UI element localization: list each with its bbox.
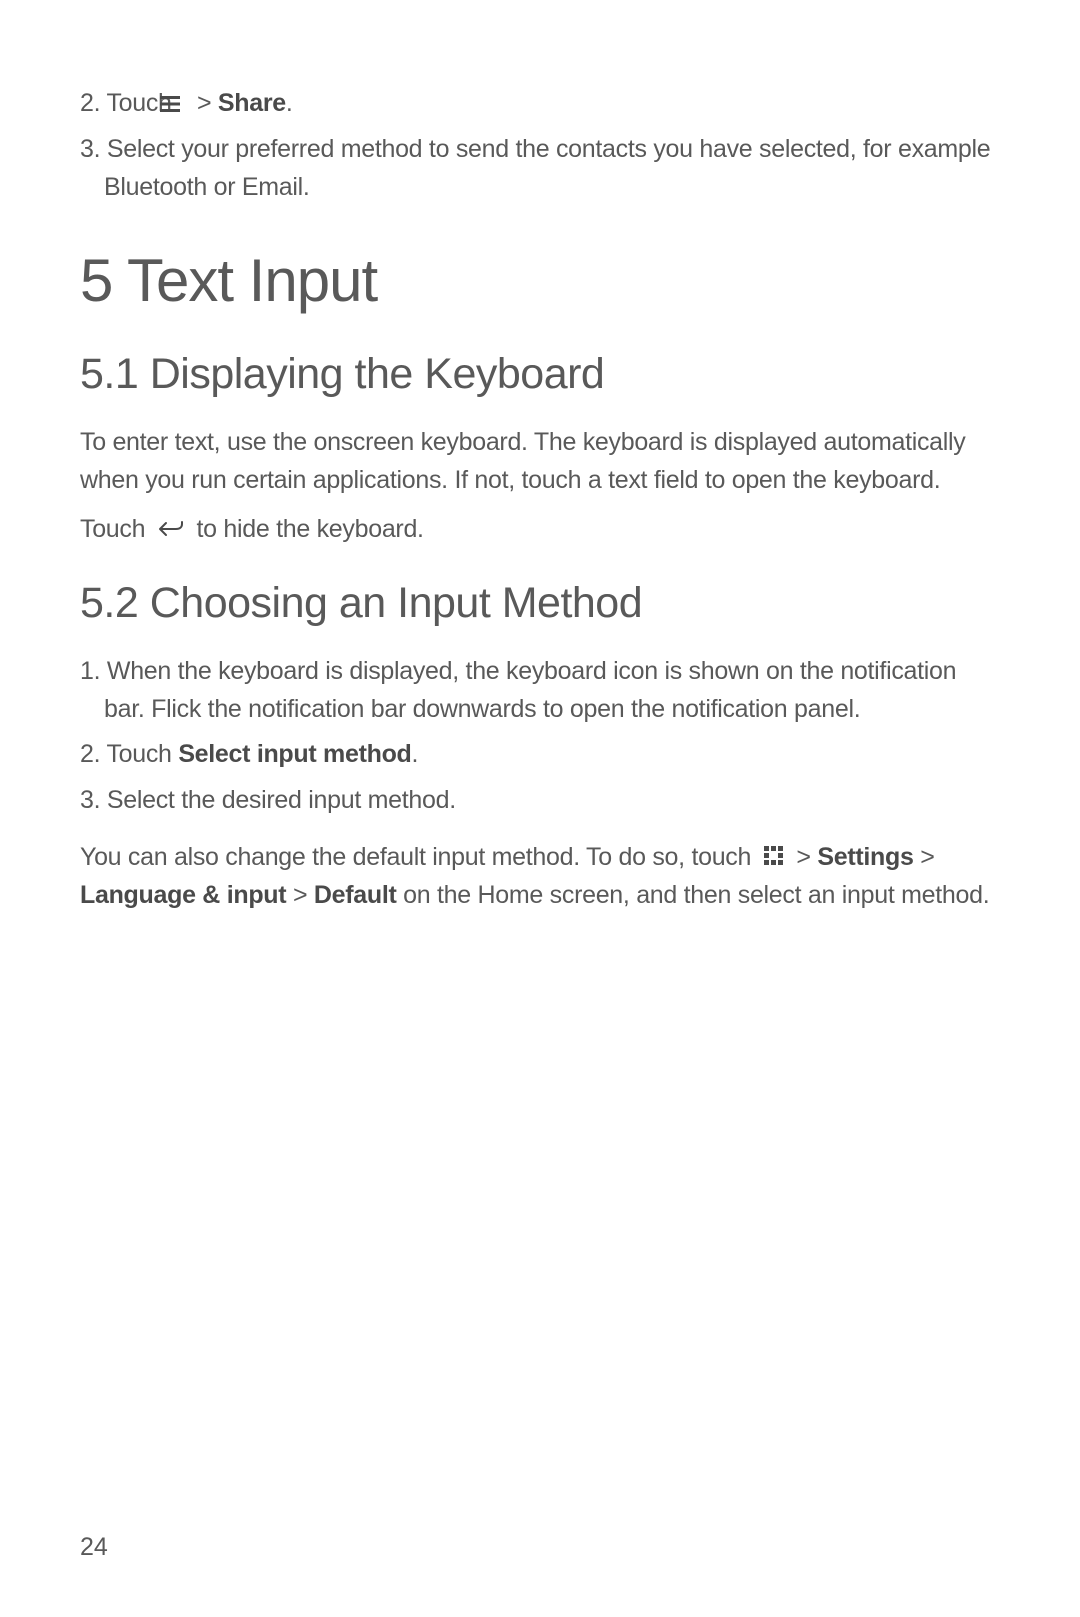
s52-p-prefix: You can also change the default input me…: [80, 843, 758, 871]
s52-lang: Language & input: [80, 881, 286, 909]
section-heading-5-1: 5.1 Displaying the Keyboard: [80, 350, 1000, 399]
s52-p-suffix: on the Home screen, and then select an i…: [397, 881, 990, 909]
section-5-1-p1: To enter text, use the onscreen keyboard…: [80, 424, 1000, 499]
p2-suffix: to hide the keyboard.: [190, 515, 424, 543]
numbered-step-2: 2. Touch > Share.: [80, 85, 1000, 123]
section-5-1-p2: Touch to hide the keyboard.: [80, 511, 1000, 549]
p2-prefix: Touch: [80, 515, 152, 543]
s52-step2-bold: Select input method: [178, 740, 411, 768]
apps-grid-icon: [764, 840, 784, 878]
s52-default: Default: [314, 881, 397, 909]
section-5-2-step3: 3. Select the desired input method.: [80, 782, 1000, 820]
step2-gt: >: [190, 89, 218, 117]
s52-p-gt3: >: [286, 881, 314, 909]
section-5-1: 5.1 Displaying the Keyboard To enter tex…: [80, 350, 1000, 549]
section-heading-5-2: 5.2 Choosing an Input Method: [80, 579, 1000, 628]
section-5-2-list: 1. When the keyboard is displayed, the k…: [80, 653, 1000, 819]
section-5-2-step2: 2. Touch Select input method.: [80, 736, 1000, 774]
step2-end: .: [286, 89, 293, 117]
s52-p-gt2: >: [914, 843, 935, 871]
s52-settings: Settings: [817, 843, 913, 871]
section-5-2: 5.2 Choosing an Input Method 1. When the…: [80, 579, 1000, 915]
back-icon: [158, 512, 184, 550]
s52-p-gt1: >: [790, 843, 818, 871]
section-5-2-step1: 1. When the keyboard is displayed, the k…: [80, 653, 1000, 728]
page-number: 24: [80, 1533, 108, 1562]
section-5-2-paragraph: You can also change the default input me…: [80, 839, 1000, 915]
s52-step2-end: .: [412, 740, 419, 768]
s52-step2-prefix: 2. Touch: [80, 740, 178, 768]
numbered-step-3: 3. Select your preferred method to send …: [80, 131, 1000, 206]
step2-bold: Share: [218, 89, 286, 117]
chapter-heading: 5 Text Input: [80, 246, 1000, 315]
